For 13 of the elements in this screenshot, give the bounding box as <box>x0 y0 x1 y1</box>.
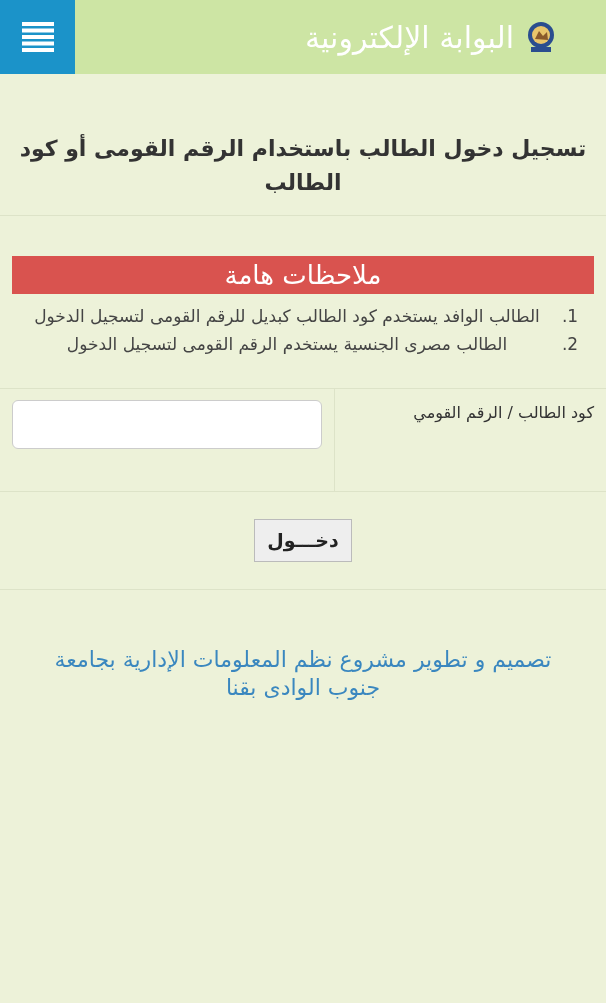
input-field[interactable] <box>12 400 322 449</box>
site-title: البوابة الإلكترونية <box>304 18 514 58</box>
seal-icon <box>526 20 556 54</box>
page-title: تسجيل دخول الطالب باستخدام الرقم القومى أو كود الطالب <box>18 133 588 197</box>
login-button[interactable]: دخـــول <box>254 519 352 562</box>
menu-button[interactable] <box>0 0 75 74</box>
list-number: 1. <box>560 305 580 328</box>
field-label: كود الطالب / الرقم القومي <box>413 403 594 422</box>
note-text: الطالب الوافد يستخدم كود الطالب كبديل للرقم القومى لتسجيل الدخول <box>33 305 541 328</box>
notes-banner: ملاحظات هامة <box>12 256 594 294</box>
note-text: الطالب مصرى الجنسية يستخدم الرقم القومى لتسجيل الدخول <box>65 333 509 356</box>
list-number: 2. <box>560 333 580 356</box>
menu-icon <box>21 22 54 52</box>
